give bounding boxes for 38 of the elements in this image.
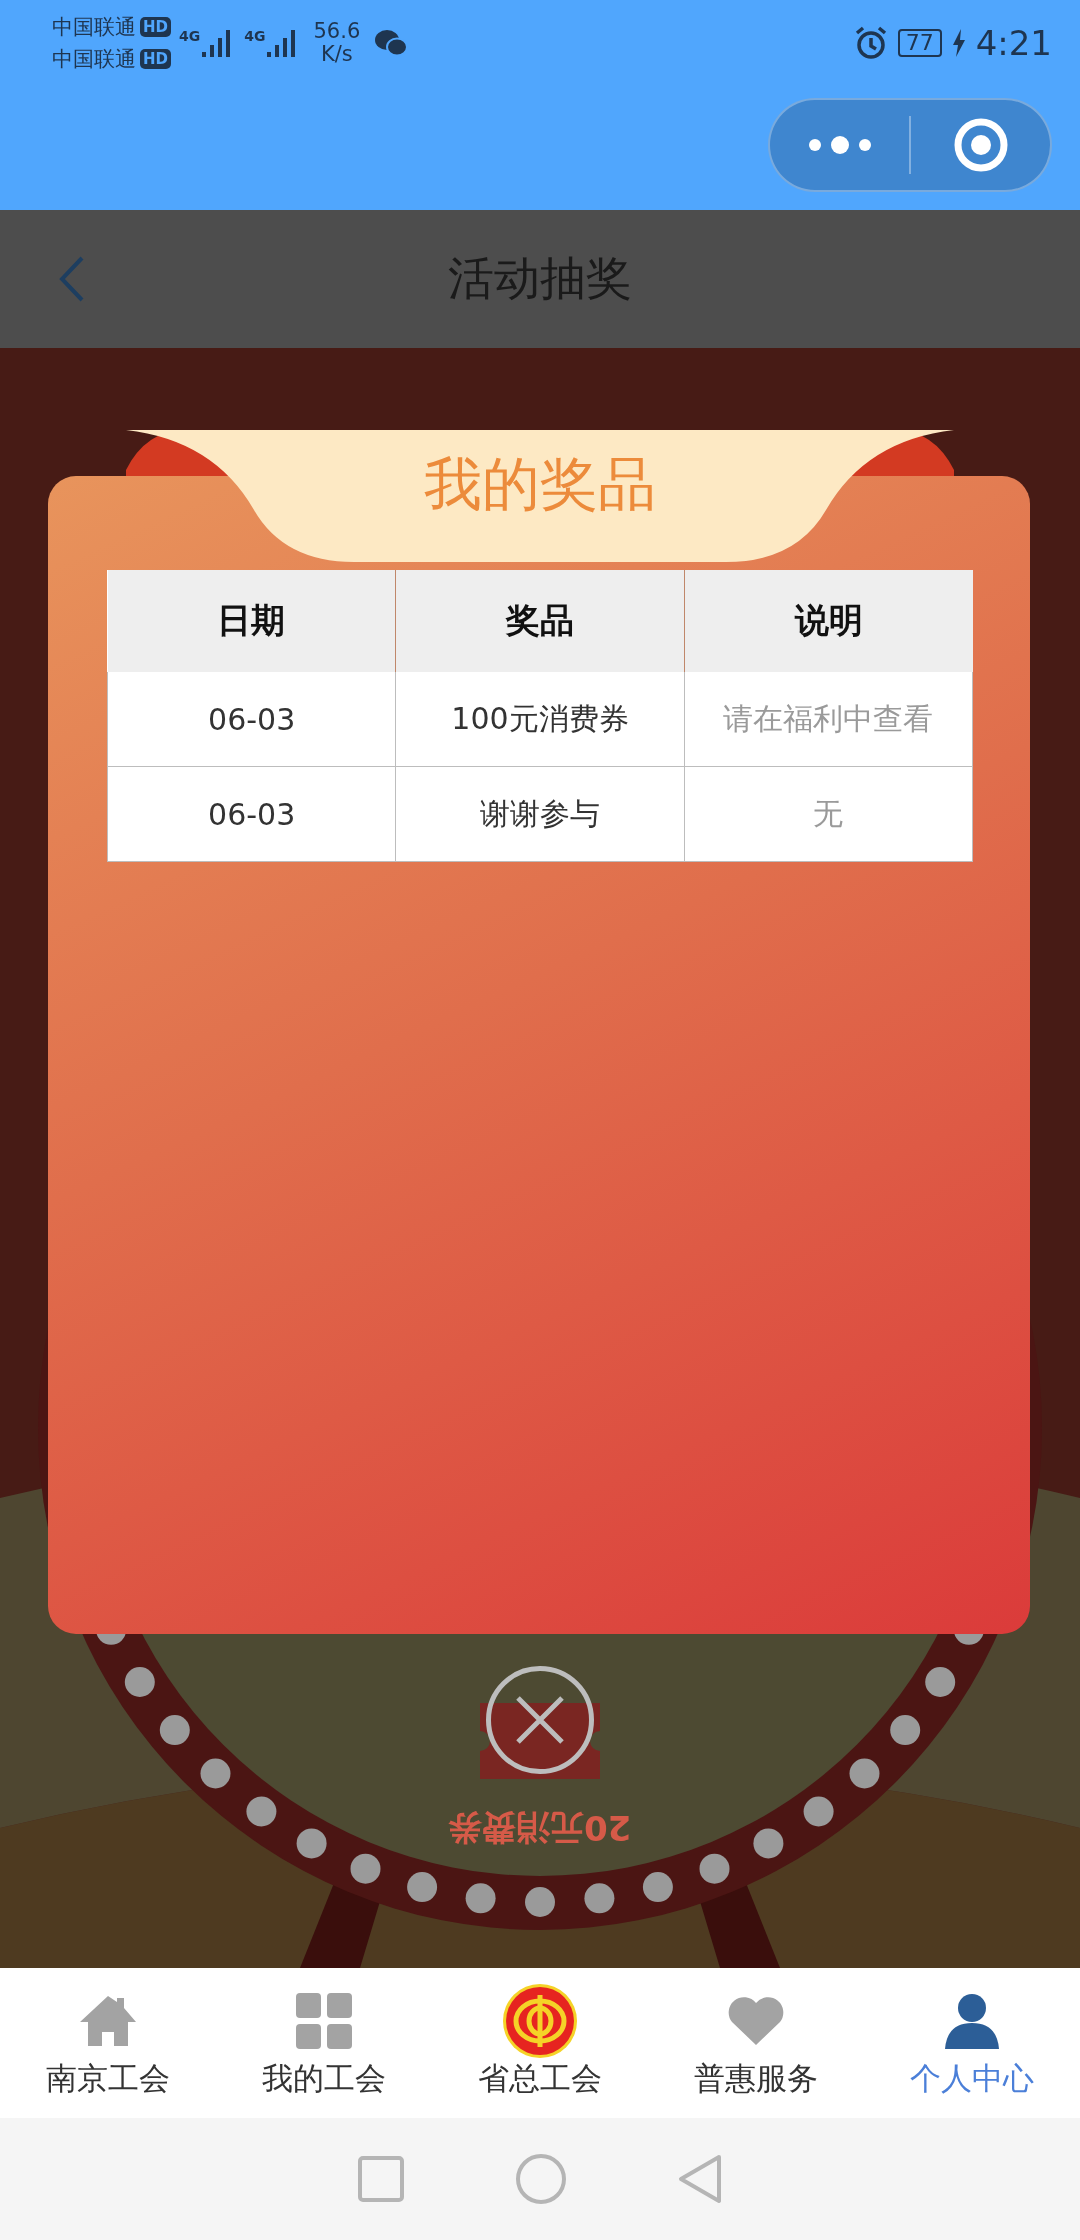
network-speed: 56.6 xyxy=(313,19,361,43)
union-emblem-icon xyxy=(502,1983,578,2059)
tab[interactable]: 省总工会 xyxy=(432,1968,648,2118)
chat-bubbles-icon xyxy=(374,28,409,58)
table-cell: 100元消费券 xyxy=(395,672,685,767)
tab[interactable]: 个人中心 xyxy=(864,1968,1080,2118)
hd-badge: HD xyxy=(140,49,171,69)
heart-icon xyxy=(727,1995,785,2047)
person-icon xyxy=(943,1993,1001,2049)
grid-icon xyxy=(296,1993,352,2049)
clock-time: 4:21 xyxy=(975,23,1052,63)
table-cell: 谢谢参与 xyxy=(395,766,685,862)
table-cell: 请在福利中查看 xyxy=(684,672,973,767)
hd-badge: HD xyxy=(140,17,171,37)
charging-bolt-icon xyxy=(951,29,966,57)
modal-title: 我的奖品 xyxy=(424,450,656,518)
carrier-name: 中国联通 xyxy=(52,46,136,73)
tab[interactable]: 普惠服务 xyxy=(648,1968,864,2118)
home-icon xyxy=(78,1994,138,2048)
recent-apps-icon[interactable] xyxy=(357,2155,405,2203)
column-header: 说明 xyxy=(684,570,973,672)
table-cell: 06-03 xyxy=(107,766,396,862)
column-header: 日期 xyxy=(107,570,396,672)
tab[interactable]: 南京工会 xyxy=(0,1968,216,2118)
home-button-icon[interactable] xyxy=(515,2153,567,2205)
network-type: 4G xyxy=(244,28,266,44)
battery-level: 77 xyxy=(897,29,942,57)
wheel-prize-label: 20元消费券 xyxy=(448,1807,632,1850)
tab[interactable]: 我的工会 xyxy=(216,1968,432,2118)
table-cell: 06-03 xyxy=(107,672,396,767)
close-icon[interactable] xyxy=(486,1666,594,1774)
network-type: 4G xyxy=(179,28,201,44)
alarm-clock-icon xyxy=(853,26,888,60)
speed-unit: K/s xyxy=(320,43,353,67)
carrier-name: 中国联通 xyxy=(52,14,136,41)
back-nav-icon[interactable] xyxy=(677,2153,723,2205)
table-cell: 无 xyxy=(684,766,973,862)
column-header: 奖品 xyxy=(395,570,685,672)
